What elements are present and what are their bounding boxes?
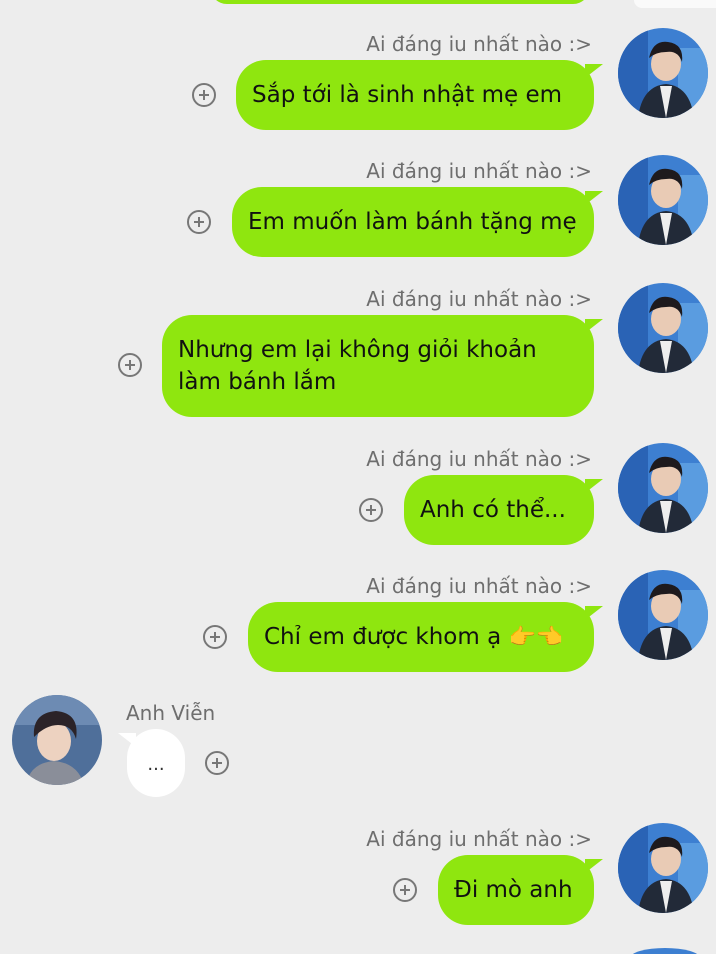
message-text: Em muốn làm bánh tặng mẹ — [248, 209, 577, 235]
self-avatar[interactable] — [618, 823, 708, 913]
self-avatar[interactable] — [618, 443, 708, 533]
sender-name: Ai đáng iu nhất nào :> — [366, 827, 592, 851]
avatar-image — [618, 155, 708, 245]
add-reaction-icon[interactable] — [192, 83, 216, 107]
add-reaction-icon[interactable] — [205, 751, 229, 775]
avatar-image — [12, 695, 102, 785]
message-bubble[interactable]: Em muốn làm bánh tặng mẹ — [232, 187, 603, 257]
sender-name: Anh Viễn — [126, 701, 216, 725]
add-reaction-icon[interactable] — [359, 498, 383, 522]
add-reaction-icon[interactable] — [118, 353, 142, 377]
add-reaction-icon[interactable] — [187, 210, 211, 234]
message-text: Anh có thể... — [420, 497, 566, 523]
message-row: Ai đáng iu nhất nào :> Anh có thể... — [0, 443, 716, 553]
avatar-image — [618, 283, 708, 373]
sender-name: Ai đáng iu nhất nào :> — [366, 32, 592, 56]
previous-message-bubble — [210, 0, 590, 4]
message-bubble[interactable]: Đi mò anh — [438, 855, 603, 925]
self-avatar[interactable] — [618, 283, 708, 373]
message-bubble[interactable]: Sắp tới là sinh nhật mẹ em — [236, 60, 603, 130]
message-row: Anh Viễn ... — [0, 695, 716, 805]
add-reaction-icon[interactable] — [203, 625, 227, 649]
sender-name: Ai đáng iu nhất nào :> — [366, 574, 592, 598]
message-text: Nhưng em lại không giỏi khoản làm bánh l… — [178, 337, 537, 395]
message-text: Chỉ em được khom ạ — [264, 624, 502, 650]
sender-name: Ai đáng iu nhất nào :> — [366, 447, 592, 471]
message-bubble[interactable]: ... — [118, 729, 185, 797]
avatar-image — [618, 570, 708, 660]
message-text: Đi mò anh — [454, 877, 573, 903]
previous-message-bubble-other — [634, 0, 716, 8]
add-reaction-icon[interactable] — [393, 878, 417, 902]
sender-name: Ai đáng iu nhất nào :> — [366, 159, 592, 183]
self-avatar[interactable] — [618, 155, 708, 245]
pointing-fingers-emoji: 👉👈 — [508, 625, 564, 650]
message-row: Ai đáng iu nhất nào :> Đi mò anh — [0, 823, 716, 933]
self-avatar[interactable] — [618, 28, 708, 118]
self-avatar[interactable] — [618, 570, 708, 660]
message-bubble[interactable]: Nhưng em lại không giỏi khoản làm bánh l… — [162, 315, 603, 417]
message-row: Ai đáng iu nhất nào :> Sắp tới là sinh n… — [0, 28, 716, 138]
other-avatar[interactable] — [12, 695, 102, 785]
avatar-image — [618, 823, 708, 913]
message-text: ... — [147, 754, 165, 775]
avatar-image — [618, 28, 708, 118]
message-bubble[interactable]: Anh có thể... — [404, 475, 603, 545]
sender-name: Ai đáng iu nhất nào :> — [366, 287, 592, 311]
message-bubble[interactable]: Chỉ em được khom ạ 👉👈 — [248, 602, 603, 672]
message-row: Ai đáng iu nhất nào :> Chỉ em được khom … — [0, 570, 716, 680]
message-text: Sắp tới là sinh nhật mẹ em — [252, 82, 563, 108]
avatar-image — [618, 443, 708, 533]
message-row: Ai đáng iu nhất nào :> Nhưng em lại khôn… — [0, 283, 716, 423]
message-row: Ai đáng iu nhất nào :> Em muốn làm bánh … — [0, 155, 716, 265]
chat-view[interactable]: Ai đáng iu nhất nào :> Sắp tới là sinh n… — [0, 0, 716, 954]
next-avatar-partial — [630, 948, 700, 954]
